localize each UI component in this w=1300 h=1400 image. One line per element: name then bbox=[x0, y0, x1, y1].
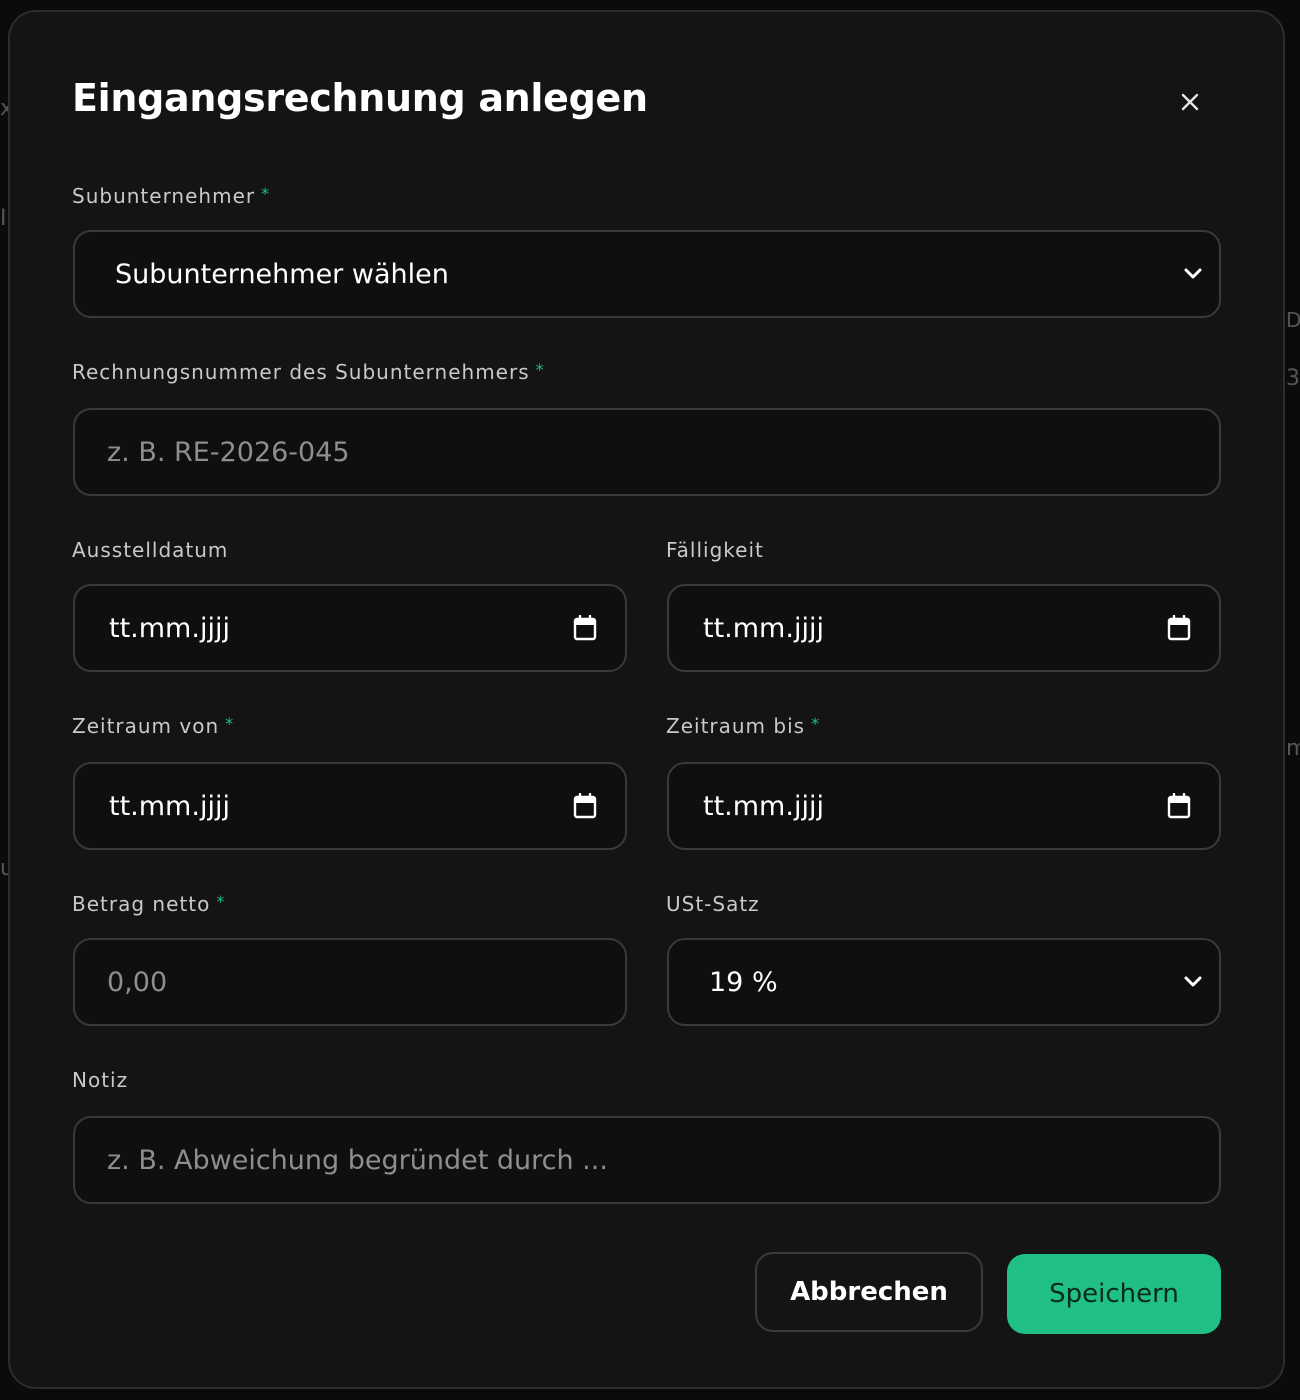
faelligkeit-label: Fälligkeit bbox=[666, 538, 764, 562]
calendar-icon[interactable] bbox=[1167, 793, 1191, 819]
required-marker: * bbox=[216, 892, 226, 911]
zeitraum-von-value: tt.mm.jjjj bbox=[109, 790, 230, 822]
calendar-icon[interactable] bbox=[573, 793, 597, 819]
chevron-down-icon bbox=[1184, 976, 1202, 987]
subunternehmer-label: Subunternehmer * bbox=[72, 184, 271, 208]
ausstelldatum-date-input[interactable]: tt.mm.jjjj bbox=[73, 584, 627, 672]
cancel-button[interactable]: Abbrechen bbox=[755, 1252, 983, 1332]
create-invoice-dialog: Eingangsrechnung anlegen Subunternehmer *… bbox=[8, 10, 1285, 1389]
faelligkeit-value: tt.mm.jjjj bbox=[703, 612, 824, 644]
subunternehmer-select-value: Subunternehmer wählen bbox=[115, 258, 449, 290]
notiz-placeholder: z. B. Abweichung begründet durch ... bbox=[107, 1144, 608, 1176]
notiz-input[interactable]: z. B. Abweichung begründet durch ... bbox=[73, 1116, 1221, 1204]
subunternehmer-select[interactable]: Subunternehmer wählen bbox=[73, 230, 1221, 318]
required-marker: * bbox=[261, 184, 271, 203]
calendar-icon[interactable] bbox=[1167, 615, 1191, 641]
ausstelldatum-label: Ausstelldatum bbox=[72, 538, 229, 562]
background-fragment: 3 bbox=[1286, 366, 1300, 391]
close-icon bbox=[1181, 93, 1199, 111]
required-marker: * bbox=[811, 714, 821, 733]
betrag-netto-label: Betrag netto * bbox=[72, 892, 226, 916]
dialog-title: Eingangsrechnung anlegen bbox=[72, 76, 648, 120]
ust-satz-label: USt-Satz bbox=[666, 892, 760, 916]
background-fragment: m bbox=[1286, 736, 1300, 761]
ausstelldatum-value: tt.mm.jjjj bbox=[109, 612, 230, 644]
rechnungsnummer-placeholder: z. B. RE-2026-045 bbox=[107, 436, 350, 468]
chevron-down-icon bbox=[1184, 268, 1202, 279]
rechnungsnummer-label: Rechnungsnummer des Subunternehmers * bbox=[72, 360, 545, 384]
betrag-netto-placeholder: 0,00 bbox=[107, 966, 168, 998]
save-button[interactable]: Speichern bbox=[1007, 1254, 1221, 1334]
zeitraum-bis-label: Zeitraum bis * bbox=[666, 714, 821, 738]
notiz-label: Notiz bbox=[72, 1068, 129, 1092]
calendar-icon[interactable] bbox=[573, 615, 597, 641]
zeitraum-von-label: Zeitraum von * bbox=[72, 714, 235, 738]
betrag-netto-input[interactable]: 0,00 bbox=[73, 938, 627, 1026]
rechnungsnummer-input[interactable]: z. B. RE-2026-045 bbox=[73, 408, 1221, 496]
required-marker: * bbox=[535, 360, 545, 379]
ust-satz-select-value: 19 % bbox=[709, 966, 778, 998]
zeitraum-bis-date-input[interactable]: tt.mm.jjjj bbox=[667, 762, 1221, 850]
ust-satz-select[interactable]: 19 % bbox=[667, 938, 1221, 1026]
required-marker: * bbox=[225, 714, 235, 733]
background-fragment: DN bbox=[1286, 308, 1300, 332]
zeitraum-bis-value: tt.mm.jjjj bbox=[703, 790, 824, 822]
close-button[interactable] bbox=[1172, 84, 1208, 120]
zeitraum-von-date-input[interactable]: tt.mm.jjjj bbox=[73, 762, 627, 850]
background-fragment: I bbox=[0, 206, 7, 231]
faelligkeit-date-input[interactable]: tt.mm.jjjj bbox=[667, 584, 1221, 672]
